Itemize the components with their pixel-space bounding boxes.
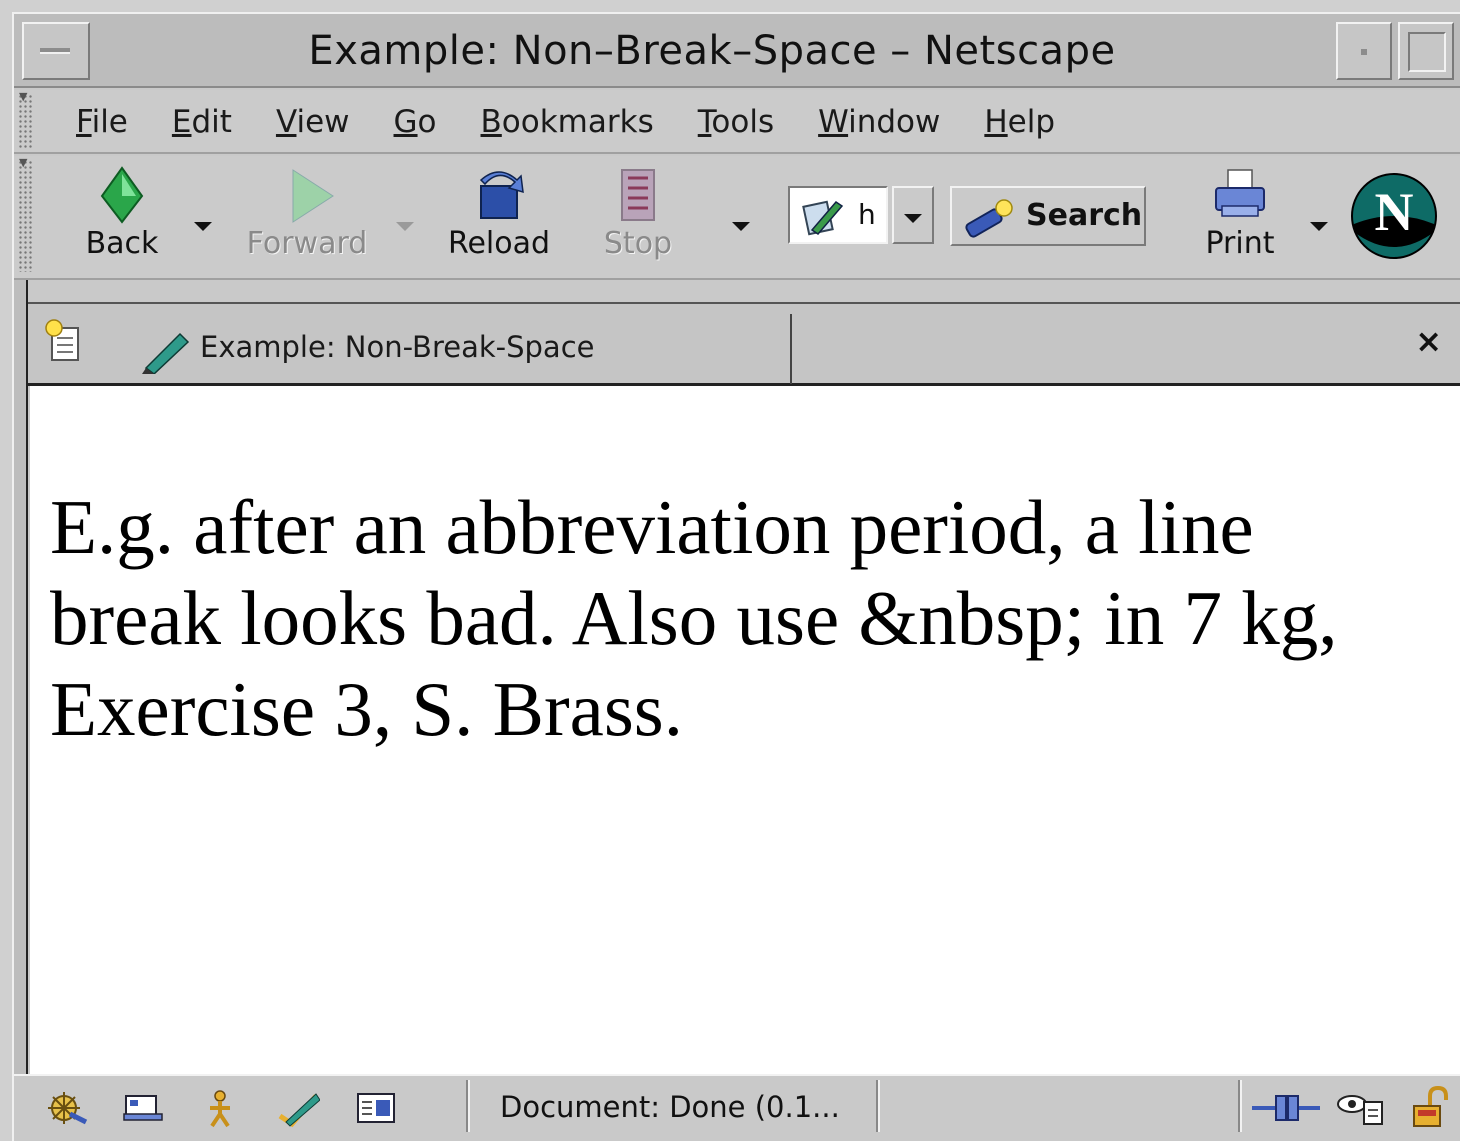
menu-bookmarks[interactable]: Bookmarks bbox=[481, 104, 654, 140]
status-separator bbox=[1238, 1080, 1242, 1132]
print-button[interactable]: Print bbox=[1200, 166, 1280, 261]
page-content: E.g. after an abbreviation period, a lin… bbox=[30, 386, 1460, 1074]
chevron-down-icon bbox=[904, 214, 922, 223]
svg-text:N: N bbox=[1375, 182, 1414, 242]
online-connection-icon[interactable] bbox=[1250, 1090, 1322, 1130]
forward-button[interactable]: Forward bbox=[242, 166, 372, 261]
page-paragraph: E.g. after an abbreviation period, a lin… bbox=[50, 484, 1338, 752]
address-book-icon[interactable] bbox=[354, 1088, 398, 1128]
composer-pen-icon bbox=[140, 328, 190, 378]
minimize-button[interactable] bbox=[1336, 22, 1392, 80]
menu-view[interactable]: View bbox=[276, 104, 350, 140]
tab-active[interactable]: Example: Non-Break-Space bbox=[124, 314, 792, 384]
netscape-logo-icon[interactable]: N bbox=[1350, 172, 1438, 264]
menu-edit[interactable]: Edit bbox=[172, 104, 232, 140]
security-lock-icon[interactable] bbox=[1410, 1085, 1450, 1134]
url-history-dropdown[interactable] bbox=[892, 186, 934, 244]
window-title: Example: Non–Break–Space – Netscape bbox=[308, 28, 1116, 74]
menu-window[interactable]: Window bbox=[818, 104, 940, 140]
menu-bar: File Edit View Go Bookmarks Tools Window… bbox=[14, 90, 1460, 154]
instant-messenger-icon[interactable] bbox=[198, 1088, 242, 1128]
back-arrow-icon bbox=[92, 166, 152, 224]
forward-arrow-icon bbox=[277, 166, 337, 224]
search-flashlight-icon bbox=[960, 194, 1020, 248]
sidebar-grip[interactable] bbox=[14, 280, 28, 1080]
title-bar[interactable]: Example: Non–Break–Space – Netscape bbox=[14, 14, 1460, 88]
toolbar-more-dropdown-icon[interactable] bbox=[732, 222, 750, 231]
status-separator bbox=[876, 1080, 880, 1132]
navigation-toolbar: Back Forward bbox=[14, 156, 1460, 280]
stop-button[interactable]: Stop bbox=[598, 166, 678, 261]
status-text: Document: Done (0.1... bbox=[500, 1090, 840, 1124]
privacy-cookie-icon[interactable] bbox=[1336, 1088, 1386, 1132]
back-button[interactable]: Back bbox=[76, 166, 168, 261]
menu-items: File Edit View Go Bookmarks Tools Window… bbox=[76, 104, 1099, 140]
navigator-icon[interactable] bbox=[44, 1088, 88, 1128]
reload-icon bbox=[469, 166, 529, 224]
url-value: h bbox=[858, 198, 876, 231]
forward-history-dropdown-icon[interactable] bbox=[396, 222, 414, 231]
page-proxy-icon[interactable] bbox=[802, 196, 846, 243]
tab-bar: Example: Non-Break-Space × bbox=[28, 302, 1460, 386]
toolbar-grip-icon[interactable] bbox=[18, 156, 32, 272]
composer-icon[interactable] bbox=[276, 1088, 321, 1128]
browser-window: Example: Non–Break–Space – Netscape File… bbox=[12, 12, 1460, 1141]
menu-tools[interactable]: Tools bbox=[698, 104, 774, 140]
tab-title: Example: Non-Break-Space bbox=[200, 330, 595, 364]
stop-icon bbox=[608, 166, 668, 224]
status-separator bbox=[466, 1080, 470, 1132]
back-history-dropdown-icon[interactable] bbox=[194, 222, 212, 231]
search-button[interactable]: Search bbox=[950, 186, 1146, 246]
menu-file[interactable]: File bbox=[76, 104, 128, 140]
print-dropdown-icon[interactable] bbox=[1310, 222, 1328, 231]
reload-button[interactable]: Reload bbox=[444, 166, 554, 261]
printer-icon bbox=[1210, 166, 1270, 224]
maximize-button[interactable] bbox=[1398, 22, 1454, 80]
component-bar bbox=[44, 1084, 464, 1132]
mail-icon[interactable] bbox=[120, 1088, 164, 1128]
close-tab-icon[interactable]: × bbox=[1415, 322, 1442, 360]
screen: Example: Non–Break–Space – Netscape File… bbox=[0, 0, 1460, 1141]
menubar-grip-icon[interactable] bbox=[18, 90, 32, 150]
window-menu-button[interactable] bbox=[22, 22, 90, 80]
menu-go[interactable]: Go bbox=[394, 104, 437, 140]
status-bar: Document: Done (0.1... bbox=[14, 1074, 1460, 1138]
new-tab-icon[interactable] bbox=[44, 318, 88, 366]
url-field[interactable]: h bbox=[788, 186, 888, 244]
menu-help[interactable]: Help bbox=[984, 104, 1055, 140]
